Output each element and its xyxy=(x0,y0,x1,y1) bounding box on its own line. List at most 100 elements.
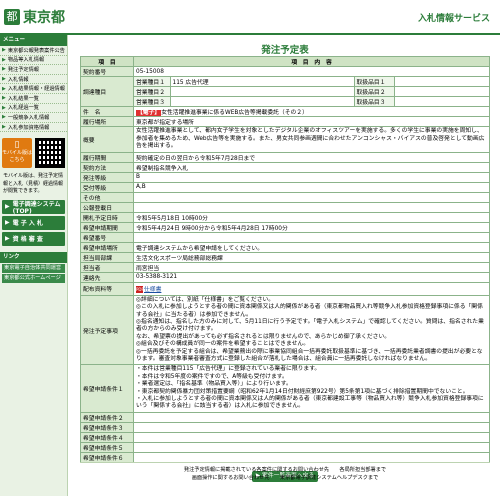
bullet-icon: ▶ xyxy=(2,76,6,83)
bullet-icon: ▶ xyxy=(2,66,6,73)
row-value: B xyxy=(133,171,490,183)
footer: 発注予定情報に掲載されている各案件に関するお問い合わせ先 各局所担当部署まで 画… xyxy=(80,466,490,482)
sub-label: 取扱品目１ xyxy=(354,77,395,87)
table-row: 希望申請条件２ xyxy=(80,411,490,423)
row-value: 雨宮担当 xyxy=(133,261,490,273)
sidebar-item-label: 一般競争入札情報 xyxy=(7,114,50,121)
row-value xyxy=(133,191,490,203)
sidebar-item-label: 入札参加資格情報 xyxy=(7,124,50,131)
row-value xyxy=(133,431,490,443)
sub-label: 営業種目１ xyxy=(134,77,171,87)
site-logo[interactable]: 都 東京都 xyxy=(4,7,65,27)
table-row: その他 xyxy=(80,191,490,203)
row-label: 希望申請条件２ xyxy=(80,411,134,423)
sidebar-item-keika-list[interactable]: ▶ 入札経過一覧 xyxy=(0,104,67,114)
row-value xyxy=(133,421,490,433)
bullet-icon: ▶ xyxy=(2,56,6,63)
bullet-icon: ▶ xyxy=(2,114,6,121)
table-row: 件 名 【電子】女性活躍推進事業に係るWEB広告等掲載委託（その２） xyxy=(80,106,490,117)
condition-line: ・業者選定は、「指名基準（物品買入等）」により行います。 xyxy=(136,381,292,388)
site-header: 都 東京都 入札情報サービス xyxy=(0,0,500,35)
table-row: 担当局部課 生活文化スポーツ局総務部総務課 xyxy=(80,251,490,263)
row-label: 開札予定日時 xyxy=(80,211,134,223)
button-label: 電 子 入 札 xyxy=(12,220,43,228)
service-title: 入札情報サービス xyxy=(417,14,490,24)
table-row: 調達種目 営業種目１ 115 広告代理 取扱品目１ 営業種目２ 取扱品目２ 営業… xyxy=(80,76,490,107)
row-label: 連絡先 xyxy=(80,271,134,283)
sidebar-item-label: 物品等入札情報 xyxy=(7,57,45,64)
table-row: 希望申請条件４ xyxy=(80,431,490,443)
row-label: 希望番号 xyxy=(80,231,134,243)
row-value: 電子調達システムから希望申請をしてください。 xyxy=(133,241,490,253)
subtable-row: 営業種目３ 取扱品目３ xyxy=(134,96,489,106)
row-label: 担当局部課 xyxy=(80,251,134,263)
sidebar-item-hacchu[interactable]: ▶ 発注予定情報 xyxy=(0,65,67,75)
row-label: 希望申請場所 xyxy=(80,241,134,253)
bullet-icon: ▶ xyxy=(5,235,10,243)
e-bidding-button[interactable]: ▶ 電 子 入 札 xyxy=(2,215,65,230)
table-row: 希望番号 xyxy=(80,231,490,243)
row-label: 公報登載日 xyxy=(80,201,134,213)
button-label: 資 格 審 査 xyxy=(12,236,43,244)
sub-value xyxy=(170,96,355,106)
main-content: 発注予定表 項 目 項 目 内 容 契約番号 05-15008 調達種目 営業種… xyxy=(80,35,490,496)
category-subtable: 営業種目１ 115 広告代理 取扱品目１ 営業種目２ 取扱品目２ 営業種目３ 取… xyxy=(134,77,489,106)
sub-value xyxy=(170,86,355,97)
link-tokyo-official[interactable]: 東京都公式ホームページ xyxy=(2,273,65,283)
row-value: A,B xyxy=(133,181,490,193)
notes-value: ◎詳細については、別紙「仕様書」をご覧ください。 ◎この入札に参加しようとする者… xyxy=(133,294,490,366)
row-value: 令和5年4月24日 9時00分から令和5年4月28日 17時00分 xyxy=(133,221,490,233)
row-label: 担当者 xyxy=(80,261,134,273)
link-joint-management[interactable]: 東京電子自治体共同運営 xyxy=(2,263,65,273)
row-label: 受付等級 xyxy=(80,181,134,193)
row-value xyxy=(133,231,490,243)
row-label: 調達種目 xyxy=(80,76,134,107)
sub-label: 取扱品目２ xyxy=(354,86,395,97)
qr-code-icon xyxy=(35,138,65,169)
note-line: ◎指名通知は、指名した方のみに対して、5月11日に行う予定です。「電子入札システ… xyxy=(136,319,484,333)
bullet-icon: ▶ xyxy=(2,104,6,111)
row-value: 東京都が指定する場所 xyxy=(133,116,490,127)
e-procurement-top-button[interactable]: ▶ 電子調達システム(TOP) xyxy=(2,199,65,215)
row-value xyxy=(133,201,490,213)
sidebar-item-kekka-list[interactable]: ▶ 入札結果一覧 xyxy=(0,94,67,104)
tokyo-logo-icon: 都 xyxy=(4,9,20,25)
row-label: 契約番号 xyxy=(80,66,134,77)
table-row: 希望申請条件１ ・本件は営業種目115「広告代理」に登録されている業者に限ります… xyxy=(80,364,490,413)
bullet-icon: ▶ xyxy=(2,47,6,54)
sidebar-item-koho[interactable]: ▶ 東京都公報発表案件公告 xyxy=(0,46,67,56)
row-label: 発注等級 xyxy=(80,171,134,183)
subtable-row: 営業種目１ 115 広告代理 取扱品目１ xyxy=(134,77,489,87)
row-label: 希望申請条件６ xyxy=(80,451,134,463)
sidebar: メニュー ▶ 東京都公報発表案件公告 ▶ 物品等入札情報 ▶ 発注予定情報 ▶ 入札情報… xyxy=(0,35,68,496)
subject-value: 女性活躍推進事業に係るWEB広告等掲載委託（その２） xyxy=(161,110,308,116)
site-name: 東京都 xyxy=(23,10,65,26)
qualification-button[interactable]: ▶ 資 格 審 査 xyxy=(2,231,65,246)
sidebar-item-label: 入札結果情報・経過情報 xyxy=(7,86,65,93)
order-detail-table: 項 目 項 目 内 容 契約番号 05-15008 調達種目 営業種目１ 115… xyxy=(80,56,490,463)
bullet-icon: ▶ xyxy=(5,203,10,211)
note-line: ◎組合及びその構成員が同一の案件を希望することはできません。 xyxy=(136,341,309,348)
footer-contact-helpdesk: 画面操作に関するお問い合わせ先 東京都電子調達システムヘルプデスクまで xyxy=(191,475,379,481)
sub-label: 営業種目３ xyxy=(134,96,171,106)
table-row: 希望申請場所 電子調達システムから希望申請をしてください。 xyxy=(80,241,490,253)
sidebar-item-ippan[interactable]: ▶ 一般競争入札情報 xyxy=(0,113,67,123)
sidebar-item-nyusatsu[interactable]: ▶ 入札情報 xyxy=(0,75,67,85)
row-label: 契約方法 xyxy=(80,161,134,173)
footer-contact-orders: 発注予定情報に掲載されている各案件に関するお問い合わせ先 各局所担当部署まで xyxy=(183,467,387,473)
mobile-site-button[interactable]: ▯ モバイル版はこちら xyxy=(2,138,32,169)
spec-document-link[interactable]: 仕様書 xyxy=(144,287,161,293)
bullet-icon: ▶ xyxy=(2,85,6,92)
sidebar-item-buppin[interactable]: ▶ 物品等入札情報 xyxy=(0,56,67,66)
bullet-icon: ▶ xyxy=(2,124,6,131)
conditions-value: ・本件は営業種目115「広告代理」に登録されている業者に限ります。 ・本件は令和… xyxy=(133,364,490,413)
sub-value: 115 広告代理 xyxy=(170,77,355,87)
sidebar-item-label: 入札経過一覧 xyxy=(7,105,39,112)
row-label: 概要 xyxy=(80,126,134,153)
footer-divider xyxy=(80,462,490,463)
table-row: 概要 女性活躍推進事業として、都内女子学生を対象としたデジタル企業のオフィスツア… xyxy=(80,126,490,153)
sidebar-item-shikaku[interactable]: ▶ 入札参加資格情報 xyxy=(0,123,67,133)
row-label: 発注予定事項 xyxy=(80,294,134,366)
sidebar-item-label: 東京都公報発表案件公告 xyxy=(7,47,65,54)
sidebar-item-kekka[interactable]: ▶ 入札結果情報・経過情報 xyxy=(0,84,67,94)
